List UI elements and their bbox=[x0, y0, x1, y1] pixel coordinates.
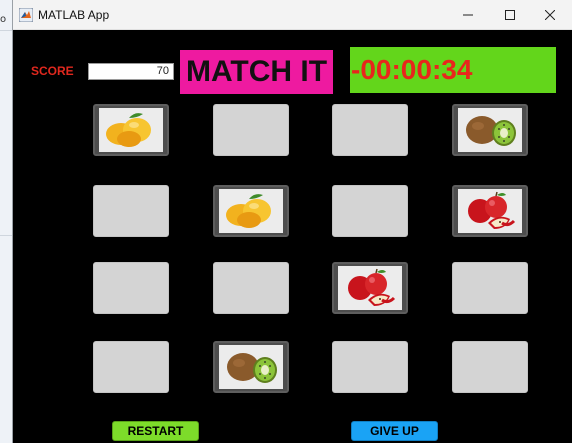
score-label: SCORE bbox=[31, 64, 74, 78]
mango-icon bbox=[219, 189, 283, 233]
card-mango[interactable] bbox=[213, 185, 289, 237]
card-hidden[interactable] bbox=[93, 262, 169, 314]
kiwi-icon bbox=[458, 108, 522, 152]
card-hidden[interactable] bbox=[93, 341, 169, 393]
card-kiwi[interactable] bbox=[213, 341, 289, 393]
score-field[interactable]: 70 bbox=[88, 63, 174, 80]
close-icon bbox=[545, 9, 555, 20]
card-kiwi[interactable] bbox=[452, 104, 528, 156]
title-bar[interactable]: MATLAB App bbox=[13, 0, 572, 30]
kiwi-icon bbox=[219, 345, 283, 389]
matlab-icon bbox=[19, 8, 33, 22]
mango-icon bbox=[99, 108, 163, 152]
timer-display: -00:00:34 bbox=[350, 47, 556, 93]
card-apple[interactable] bbox=[332, 262, 408, 314]
background-divider bbox=[0, 235, 12, 236]
restart-button[interactable]: RESTART bbox=[112, 421, 199, 441]
app-window: MATLAB App SCORE 70 MATCH IT -00:00:34 R… bbox=[12, 0, 572, 443]
apple-icon bbox=[458, 189, 522, 233]
minimize-button[interactable] bbox=[445, 0, 491, 29]
card-hidden[interactable] bbox=[93, 185, 169, 237]
card-hidden[interactable] bbox=[452, 341, 528, 393]
card-hidden[interactable] bbox=[213, 104, 289, 156]
close-button[interactable] bbox=[527, 0, 572, 29]
card-hidden[interactable] bbox=[452, 262, 528, 314]
maximize-icon bbox=[505, 9, 515, 20]
card-hidden[interactable] bbox=[332, 104, 408, 156]
background-text: o bbox=[0, 14, 7, 25]
card-apple[interactable] bbox=[452, 185, 528, 237]
give-up-button[interactable]: GIVE UP bbox=[351, 421, 438, 441]
game-title: MATCH IT bbox=[180, 50, 333, 94]
apple-icon bbox=[338, 266, 402, 310]
card-hidden[interactable] bbox=[213, 262, 289, 314]
card-mango[interactable] bbox=[93, 104, 169, 156]
card-hidden[interactable] bbox=[332, 185, 408, 237]
window-title: MATLAB App bbox=[38, 8, 110, 22]
background-divider bbox=[0, 30, 12, 31]
minimize-icon bbox=[463, 14, 473, 15]
card-hidden[interactable] bbox=[332, 341, 408, 393]
